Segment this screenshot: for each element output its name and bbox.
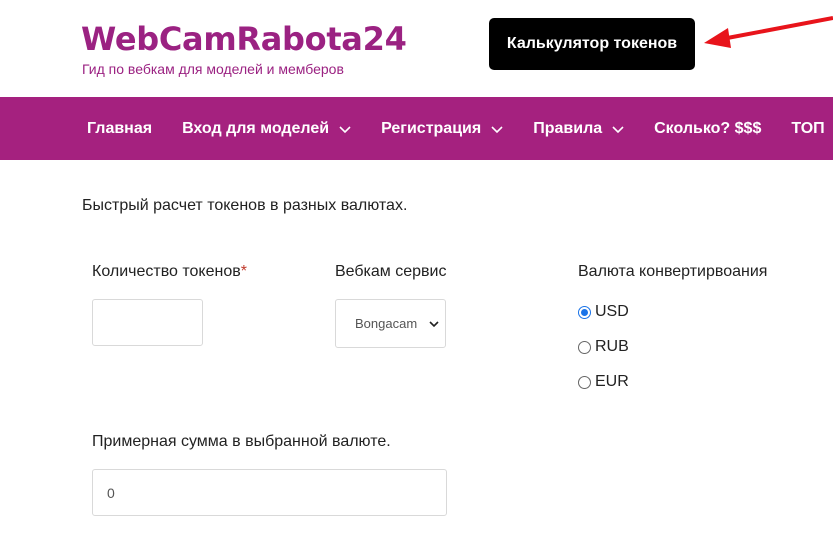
result-label: Примерная сумма в выбранной валюте. — [92, 433, 391, 450]
currency-option-rub[interactable]: RUB — [578, 338, 629, 356]
service-label: Вебкам сервис — [335, 263, 447, 280]
chevron-down-icon — [429, 321, 439, 328]
currency-option-eur[interactable]: EUR — [578, 373, 629, 391]
radio-button[interactable] — [578, 375, 591, 389]
nav-item-model-login[interactable]: Вход для моделей — [182, 120, 351, 138]
currency-option-label: RUB — [595, 338, 629, 355]
currency-option-label: EUR — [595, 373, 629, 390]
currency-option-usd[interactable]: USD — [578, 303, 629, 321]
radio-button[interactable] — [578, 305, 591, 319]
tokens-input[interactable] — [92, 299, 203, 346]
nav-item-registration[interactable]: Регистрация — [381, 120, 503, 138]
nav-item-top[interactable]: ТОП — [791, 120, 824, 138]
chevron-down-icon — [339, 125, 351, 133]
service-select[interactable]: Bongacam — [335, 299, 446, 348]
tokens-label: Количество токенов* — [92, 263, 247, 281]
form-intro: Быстрый расчет токенов в разных валютах. — [82, 197, 408, 214]
radio-button[interactable] — [578, 340, 591, 354]
nav-item-label: Вход для моделей — [182, 119, 330, 137]
tokens-label-text: Количество токенов — [92, 263, 241, 280]
currency-option-label: USD — [595, 303, 629, 320]
site-tagline: Гид по вебкам для моделей и мемберов — [82, 61, 344, 77]
result-field[interactable] — [92, 469, 447, 516]
nav-item-home[interactable]: Главная — [87, 120, 152, 138]
nav-item-label: Главная — [87, 119, 153, 137]
chevron-down-icon — [491, 125, 503, 133]
nav-item-label: Сколько? $$$ — [654, 119, 762, 137]
chevron-down-icon — [612, 125, 624, 133]
main-navigation: Главная Вход для моделей Регистрация Пра… — [0, 97, 833, 160]
red-arrow-icon — [704, 16, 833, 48]
nav-item-rules[interactable]: Правила — [533, 120, 624, 138]
currency-label: Валюта конвертирвоания — [578, 263, 768, 280]
nav-item-label: Регистрация — [381, 119, 482, 137]
nav-item-label: ТОП — [791, 119, 825, 137]
required-marker: * — [240, 263, 247, 280]
token-calculator-button[interactable]: Калькулятор токенов — [489, 18, 695, 70]
site-title[interactable]: WebCamRabota24 — [81, 20, 407, 58]
service-selected-value: Bongacam — [355, 316, 418, 331]
nav-item-earnings[interactable]: Сколько? $$$ — [654, 120, 761, 138]
nav-item-label: Правила — [533, 119, 603, 137]
